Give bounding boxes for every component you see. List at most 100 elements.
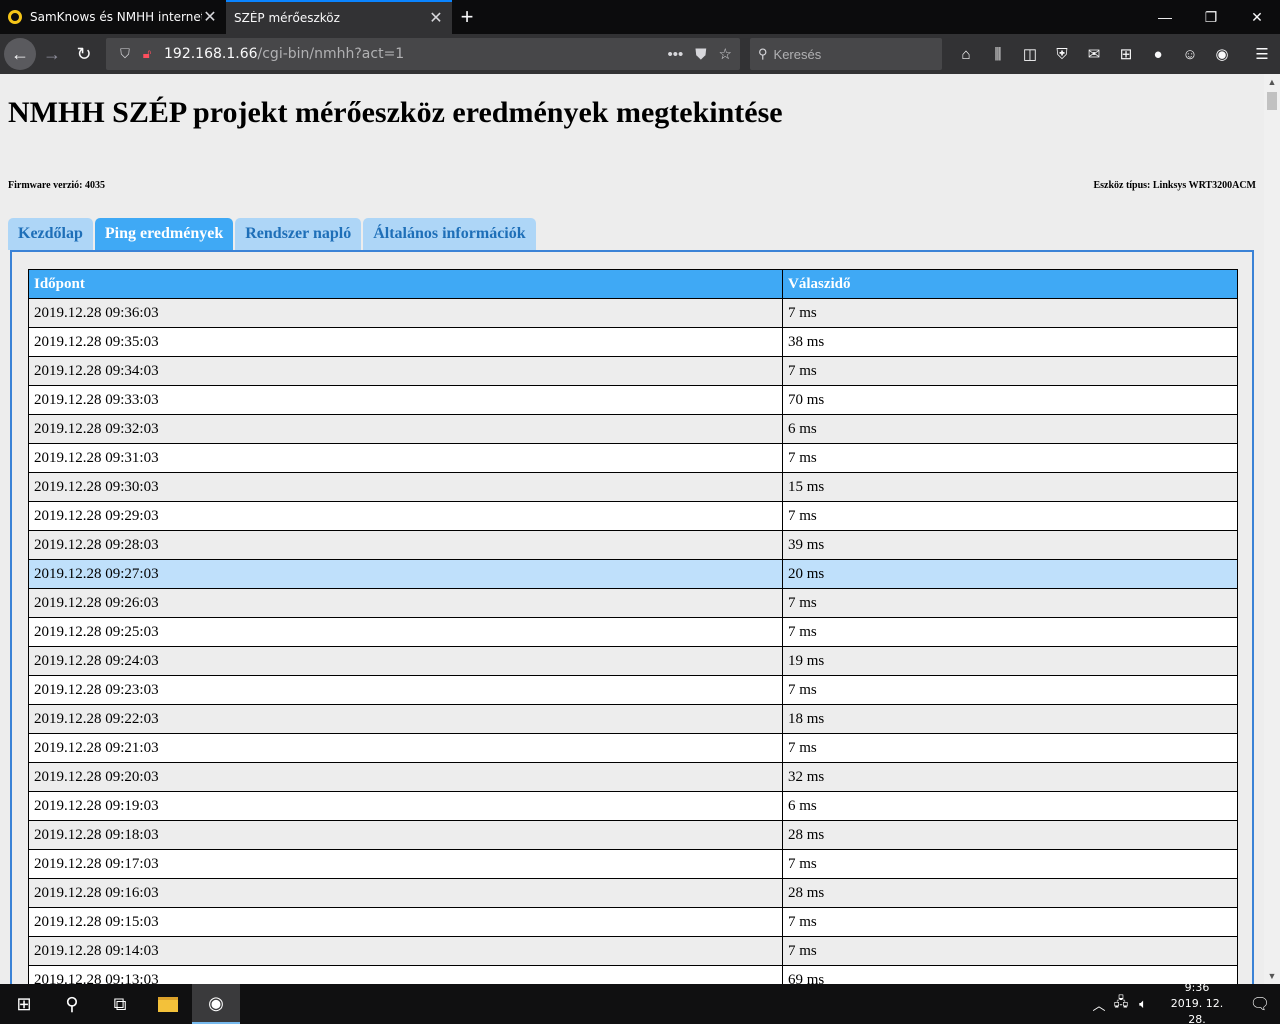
table-row: 2019.12.28 09:20:03 32 ms bbox=[28, 762, 1238, 792]
table-row: 2019.12.28 09:34:03 7 ms bbox=[28, 356, 1238, 386]
close-tab-icon[interactable]: ✕ bbox=[428, 8, 444, 28]
pocket-icon[interactable]: ⛊ bbox=[695, 46, 706, 63]
table-row: 2019.12.28 09:30:03 15 ms bbox=[28, 472, 1238, 502]
scroll-up-icon[interactable]: ▲ bbox=[1264, 74, 1280, 90]
back-button[interactable]: ← bbox=[4, 38, 36, 70]
menu-icon[interactable]: ☰ bbox=[1246, 45, 1278, 63]
cell-response: 18 ms bbox=[782, 704, 1238, 734]
bookmark-star-icon[interactable]: ☆ bbox=[719, 45, 732, 63]
cell-response: 7 ms bbox=[782, 936, 1238, 966]
tab-ping-results[interactable]: Ping eredmények bbox=[94, 218, 234, 250]
cell-response: 39 ms bbox=[782, 530, 1238, 560]
cell-response: 70 ms bbox=[782, 385, 1238, 415]
cell-time: 2019.12.28 09:27:03 bbox=[28, 559, 783, 589]
table-row: 2019.12.28 09:18:03 28 ms bbox=[28, 820, 1238, 850]
column-header-time: Időpont bbox=[28, 269, 783, 299]
scrollbar-thumb[interactable] bbox=[1267, 92, 1277, 110]
search-icon: ⚲ bbox=[758, 46, 768, 61]
new-tab-button[interactable]: + bbox=[452, 0, 482, 34]
cell-time: 2019.12.28 09:20:03 bbox=[28, 762, 783, 792]
home-icon[interactable]: ⌂ bbox=[950, 46, 982, 63]
table-row: 2019.12.28 09:21:03 7 ms bbox=[28, 733, 1238, 763]
page-actions-icon[interactable]: ••• bbox=[668, 46, 684, 63]
table-row: 2019.12.28 09:36:03 7 ms bbox=[28, 298, 1238, 328]
cell-time: 2019.12.28 09:19:03 bbox=[28, 791, 783, 821]
table-row: 2019.12.28 09:17:03 7 ms bbox=[28, 849, 1238, 879]
browser-tab-szep[interactable]: SZÉP mérőeszköz ✕ bbox=[226, 0, 452, 34]
cell-response: 32 ms bbox=[782, 762, 1238, 792]
search-placeholder: Keresés bbox=[773, 46, 822, 62]
cell-time: 2019.12.28 09:31:03 bbox=[28, 443, 783, 473]
close-tab-icon[interactable]: ✕ bbox=[202, 7, 218, 27]
volume-icon[interactable]: 🔈︎ bbox=[1132, 996, 1154, 1012]
table-row: 2019.12.28 09:19:03 6 ms bbox=[28, 791, 1238, 821]
tab-general-info[interactable]: Általános információk bbox=[363, 218, 536, 250]
restore-icon[interactable]: ❐ bbox=[1188, 0, 1234, 34]
clock[interactable]: 9:36 2019. 12. 28. bbox=[1162, 980, 1232, 1024]
clock-date: 2019. 12. 28. bbox=[1170, 997, 1224, 1024]
cell-time: 2019.12.28 09:28:03 bbox=[28, 530, 783, 560]
table-row: 2019.12.28 09:32:03 6 ms bbox=[28, 414, 1238, 444]
table-row: 2019.12.28 09:26:03 7 ms bbox=[28, 588, 1238, 618]
search-icon[interactable]: ⚲ bbox=[48, 984, 96, 1024]
cell-time: 2019.12.28 09:16:03 bbox=[28, 878, 783, 908]
windows-taskbar: ⊞ ⚲ ⧉ ◉ ︿ 🖧︎ 🔈︎ 9:36 2019. 12. 28. 🗨︎ bbox=[0, 981, 1280, 1024]
cell-response: 28 ms bbox=[782, 820, 1238, 850]
device-type: Eszköz típus: Linksys WRT3200ACM bbox=[1093, 180, 1256, 191]
library-icon[interactable]: ⫼ bbox=[982, 46, 1014, 63]
cell-time: 2019.12.28 09:35:03 bbox=[28, 327, 783, 357]
ublock-icon[interactable]: ⛨ bbox=[1046, 46, 1078, 63]
cell-response: 7 ms bbox=[782, 356, 1238, 386]
page-tabs: Kezdőlap Ping eredmények Rendszer napló … bbox=[8, 218, 536, 250]
browser-tab-title: SZÉP mérőeszköz bbox=[234, 11, 340, 25]
navigation-toolbar: ← → ↻ ⛉ 🔓︎ 192.168.1.66/cgi-bin/nmhh?act… bbox=[0, 34, 1280, 74]
cell-response: 7 ms bbox=[782, 298, 1238, 328]
cell-response: 7 ms bbox=[782, 907, 1238, 937]
close-window-icon[interactable]: ✕ bbox=[1234, 0, 1280, 34]
cell-response: 6 ms bbox=[782, 414, 1238, 444]
sidebar-icon[interactable]: ◫ bbox=[1014, 45, 1046, 63]
forward-button[interactable]: → bbox=[36, 38, 68, 70]
ping-results-table: Időpont Válaszidő 2019.12.28 09:36:03 7 m… bbox=[28, 269, 1238, 984]
vertical-scrollbar[interactable]: ▲ ▼ bbox=[1264, 74, 1280, 984]
cell-time: 2019.12.28 09:29:03 bbox=[28, 501, 783, 531]
table-row: 2019.12.28 09:27:03 20 ms bbox=[28, 559, 1238, 589]
cell-response: 15 ms bbox=[782, 472, 1238, 502]
tab-home[interactable]: Kezdőlap bbox=[8, 218, 93, 250]
table-row: 2019.12.28 09:28:03 39 ms bbox=[28, 530, 1238, 560]
cell-time: 2019.12.28 09:32:03 bbox=[28, 414, 783, 444]
search-input[interactable]: ⚲ Keresés bbox=[750, 38, 942, 70]
cell-response: 7 ms bbox=[782, 501, 1238, 531]
cell-time: 2019.12.28 09:21:03 bbox=[28, 733, 783, 763]
windows-start-icon[interactable]: ⊞ bbox=[0, 984, 48, 1024]
url-host: 192.168.1.66 bbox=[164, 46, 258, 62]
mail-icon[interactable]: ✉ bbox=[1078, 45, 1110, 63]
browser-tab-samknows[interactable]: SamKnows és NMHH internet s ✕ bbox=[0, 0, 226, 34]
chat-icon[interactable]: ● bbox=[1142, 46, 1174, 63]
chevron-up-icon[interactable]: ︿ bbox=[1088, 995, 1110, 1014]
file-explorer-icon[interactable] bbox=[144, 984, 192, 1024]
extension-grid-icon[interactable]: ⊞ bbox=[1110, 45, 1142, 63]
ping-results-panel: Időpont Válaszidő 2019.12.28 09:36:03 7 m… bbox=[10, 250, 1254, 984]
scroll-down-icon[interactable]: ▼ bbox=[1264, 968, 1280, 984]
cell-response: 7 ms bbox=[782, 849, 1238, 879]
cell-time: 2019.12.28 09:23:03 bbox=[28, 675, 783, 705]
minimize-icon[interactable]: — bbox=[1142, 0, 1188, 34]
monkey-extension-icon[interactable]: ☺ bbox=[1174, 46, 1206, 63]
network-icon[interactable]: 🖧︎ bbox=[1110, 993, 1132, 1015]
tab-system-log[interactable]: Rendszer napló bbox=[235, 218, 362, 250]
table-row: 2019.12.28 09:29:03 7 ms bbox=[28, 501, 1238, 531]
cursor-extension-icon[interactable]: ◉ bbox=[1206, 45, 1238, 63]
clock-time: 9:36 bbox=[1184, 981, 1210, 994]
reload-button[interactable]: ↻ bbox=[68, 38, 100, 70]
column-header-response: Válaszidő bbox=[782, 269, 1238, 299]
url-bar[interactable]: ⛉ 🔓︎ 192.168.1.66/cgi-bin/nmhh?act=1 •••… bbox=[106, 38, 740, 70]
firefox-icon[interactable]: ◉ bbox=[192, 984, 240, 1024]
task-view-icon[interactable]: ⧉ bbox=[96, 984, 144, 1024]
notifications-icon[interactable]: 🗨︎ bbox=[1240, 994, 1280, 1014]
table-row: 2019.12.28 09:24:03 19 ms bbox=[28, 646, 1238, 676]
cell-time: 2019.12.28 09:30:03 bbox=[28, 472, 783, 502]
tracking-shield-icon[interactable]: ⛉ bbox=[114, 46, 136, 62]
cell-response: 38 ms bbox=[782, 327, 1238, 357]
insecure-lock-icon[interactable]: 🔓︎ bbox=[136, 46, 158, 62]
